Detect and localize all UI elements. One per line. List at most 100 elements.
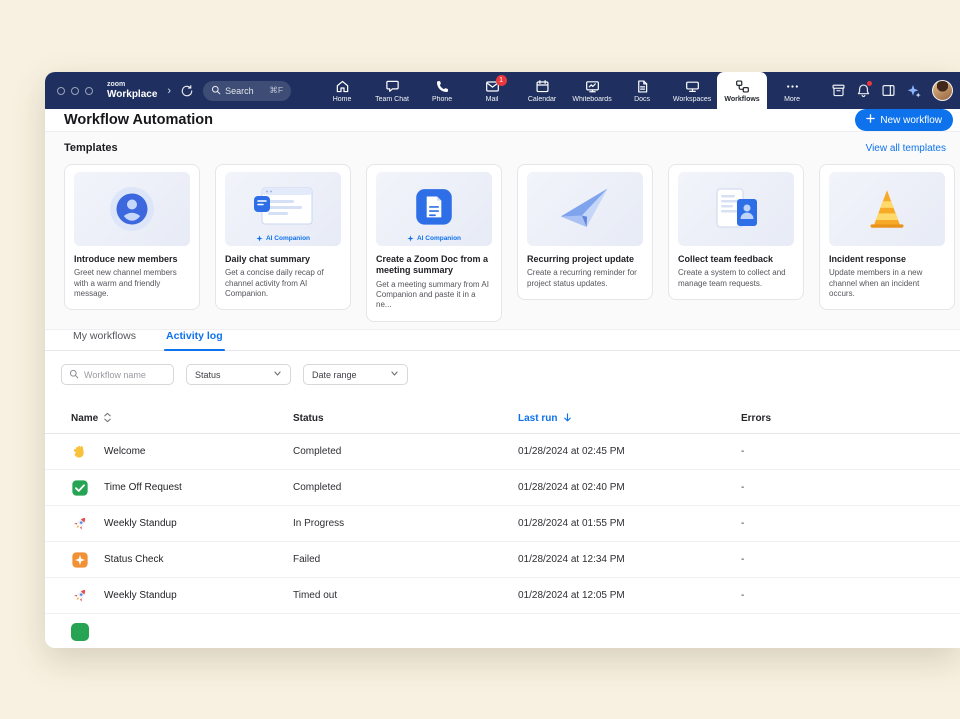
template-card-daily-chat-summary[interactable]: AI Companion Daily chat summary Get a co… [215, 164, 351, 310]
window-close-button[interactable] [57, 87, 65, 95]
template-card-description: Create a recurring reminder for project … [527, 268, 643, 289]
window-controls[interactable] [57, 87, 93, 95]
workflow-name: Weekly Standup [104, 590, 177, 601]
chevron-right-icon[interactable]: › [167, 85, 171, 97]
nav-item-home[interactable]: Home [317, 72, 367, 109]
new-workflow-button[interactable]: New workflow [855, 109, 953, 131]
template-card-introduce-new-members[interactable]: Introduce new members Greet new channel … [64, 164, 200, 310]
nav-label: Docs [634, 96, 650, 103]
search-placeholder-text: Search [225, 86, 265, 96]
navbar-left-cluster: zoom Workplace › Search ⌘F [57, 72, 291, 109]
template-cards-row: Introduce new members Greet new channel … [64, 164, 946, 322]
table-row[interactable]: Welcome Completed 01/28/2024 at 02:45 PM… [45, 434, 960, 470]
nav-label: Whiteboards [572, 96, 611, 103]
traffic-cone-illustration [829, 172, 945, 246]
workflow-tabs: My workflows Activity log [45, 330, 960, 351]
workflow-name-search[interactable] [61, 364, 174, 385]
nav-item-calendar[interactable]: Calendar [517, 72, 567, 109]
nav-label: Home [333, 96, 352, 103]
nav-item-whiteboards[interactable]: Whiteboards [567, 72, 617, 109]
mail-icon: 1 [485, 79, 500, 94]
workflow-name: Time Off Request [104, 482, 182, 493]
chevron-down-icon [273, 369, 282, 380]
workflow-name-input[interactable] [84, 370, 166, 380]
logo-workplace-text: Workplace [107, 89, 157, 100]
activity-filters: Status Date range [45, 351, 960, 404]
rocket-icon [71, 587, 89, 605]
template-card-collect-team-feedback[interactable]: Collect team feedback Create a system to… [668, 164, 804, 300]
template-card-incident-response[interactable]: Incident response Update members in a ne… [819, 164, 955, 310]
page-title: Workflow Automation [64, 112, 213, 128]
column-header-name[interactable]: Name [45, 412, 293, 426]
workspaces-icon [685, 79, 700, 94]
zoom-doc-illustration: AI Companion [376, 172, 492, 246]
notifications-bell-icon[interactable] [856, 83, 871, 98]
table-row-partial[interactable] [45, 614, 960, 648]
template-card-description: Get a concise daily recap of channel act… [225, 268, 341, 299]
chevron-down-icon [390, 369, 399, 380]
docs-icon [635, 79, 650, 94]
date-range-filter-dropdown[interactable]: Date range [303, 364, 408, 385]
plus-icon [866, 114, 875, 126]
nav-label: More [784, 96, 800, 103]
workflow-last-run: 01/28/2024 at 12:34 PM [518, 554, 741, 565]
user-avatar[interactable] [932, 80, 953, 101]
nav-item-workspaces[interactable]: Workspaces [667, 72, 717, 109]
table-row[interactable]: Weekly Standup In Progress 01/28/2024 at… [45, 506, 960, 542]
nav-item-phone[interactable]: Phone [417, 72, 467, 109]
workflow-last-run: 01/28/2024 at 12:05 PM [518, 590, 741, 601]
tab-activity-log[interactable]: Activity log [164, 330, 225, 350]
workflow-status: Failed [293, 554, 518, 565]
status-filter-label: Status [195, 370, 221, 380]
table-row[interactable]: Time Off Request Completed 01/28/2024 at… [45, 470, 960, 506]
panel-icon[interactable] [881, 83, 896, 98]
workflow-last-run: 01/28/2024 at 01:55 PM [518, 518, 741, 529]
window-minimize-button[interactable] [71, 87, 79, 95]
desktop-background: zoom Workplace › Search ⌘F [0, 0, 960, 719]
column-header-status[interactable]: Status [293, 413, 518, 424]
phone-icon [435, 79, 450, 94]
more-icon [785, 79, 800, 94]
workflow-errors: - [741, 554, 960, 565]
nav-label: Workflows [724, 96, 759, 103]
notification-dot [867, 81, 872, 86]
nav-item-more[interactable]: More [767, 72, 817, 109]
date-range-filter-label: Date range [312, 370, 357, 380]
logo-zoom-text: zoom [107, 81, 157, 89]
column-header-last-run[interactable]: Last run [518, 412, 741, 426]
nav-item-team-chat[interactable]: Team Chat [367, 72, 417, 109]
person-circle-illustration [74, 172, 190, 246]
templates-section: Templates View all templates Introduce n… [45, 131, 960, 330]
ai-companion-sparkle-icon[interactable] [906, 83, 922, 99]
workflow-last-run: 01/28/2024 at 02:40 PM [518, 482, 741, 493]
feedback-form-illustration [678, 172, 794, 246]
view-all-templates-link[interactable]: View all templates [866, 143, 946, 154]
status-filter-dropdown[interactable]: Status [186, 364, 291, 385]
green-icon [71, 623, 89, 641]
nav-item-docs[interactable]: Docs [617, 72, 667, 109]
global-search-input[interactable]: Search ⌘F [203, 81, 291, 101]
workflow-last-run: 01/28/2024 at 02:45 PM [518, 446, 741, 457]
template-card-create-zoom-doc[interactable]: AI Companion Create a Zoom Doc from a me… [366, 164, 502, 322]
ai-companion-badge: AI Companion [376, 235, 492, 242]
workflows-icon [735, 79, 750, 94]
template-card-title: Incident response [829, 254, 945, 265]
tab-my-workflows[interactable]: My workflows [71, 330, 138, 350]
chat-window-illustration: AI Companion [225, 172, 341, 246]
search-icon [211, 82, 221, 100]
paper-plane-illustration [527, 172, 643, 246]
history-icon[interactable] [180, 84, 194, 98]
table-row[interactable]: Status Check Failed 01/28/2024 at 12:34 … [45, 542, 960, 578]
window-zoom-button[interactable] [85, 87, 93, 95]
nav-item-workflows[interactable]: Workflows [717, 72, 767, 109]
workflow-name: Status Check [104, 554, 163, 565]
zoom-workplace-logo: zoom Workplace [107, 81, 157, 100]
nav-item-mail[interactable]: 1 Mail [467, 72, 517, 109]
template-card-recurring-project-update[interactable]: Recurring project update Create a recurr… [517, 164, 653, 300]
top-navbar: zoom Workplace › Search ⌘F [45, 72, 960, 109]
box-icon[interactable] [831, 83, 846, 98]
template-card-description: Create a system to collect and manage te… [678, 268, 794, 289]
column-header-errors: Errors [741, 413, 960, 424]
table-row[interactable]: Weekly Standup Timed out 01/28/2024 at 1… [45, 578, 960, 614]
workflow-errors: - [741, 590, 960, 601]
